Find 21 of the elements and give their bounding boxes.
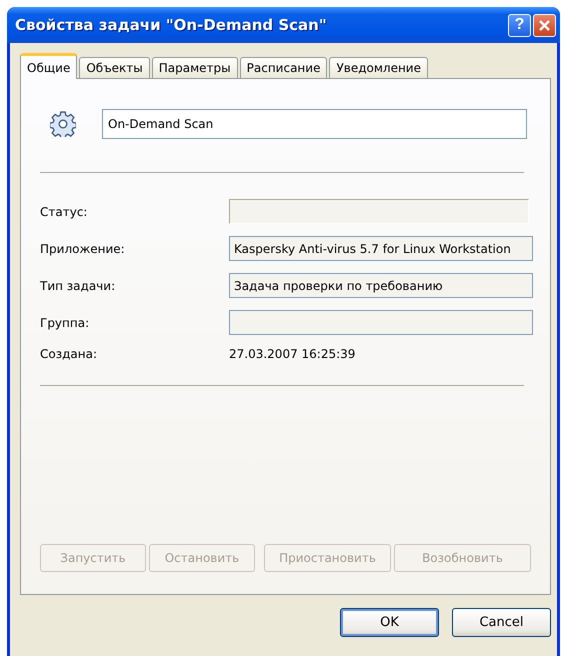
tab[interactable]: Объекты: [79, 57, 150, 79]
property-field[interactable]: Задача проверки по требованию: [229, 273, 533, 298]
field-label: Статус:: [40, 204, 88, 218]
property-field[interactable]: Kaspersky Anti-virus 5.7 for Linux Workstation: [229, 236, 533, 261]
tab[interactable]: Параметры: [152, 57, 238, 79]
tab[interactable]: Расписание: [240, 57, 328, 79]
dialog-button[interactable]: Cancel: [452, 608, 551, 637]
window-title: Свойства задачи "On-Demand Scan": [15, 16, 328, 34]
field-label: Тип задачи:: [40, 278, 116, 292]
close-icon: [538, 18, 551, 32]
field-label: Приложение:: [40, 242, 126, 256]
property-value: 27.03.2007 16:25:39: [229, 347, 356, 361]
close-button[interactable]: [533, 14, 556, 36]
field-label: Группа:: [40, 316, 90, 330]
property-field[interactable]: [229, 310, 533, 335]
task-name-field[interactable]: On-Demand Scan: [102, 109, 527, 139]
field-label: Создана:: [40, 347, 98, 361]
tab[interactable]: Общие: [20, 53, 78, 79]
dialog-button[interactable]: OK: [340, 608, 439, 637]
tab[interactable]: Уведомление: [329, 57, 428, 79]
gear-icon: [50, 111, 76, 137]
